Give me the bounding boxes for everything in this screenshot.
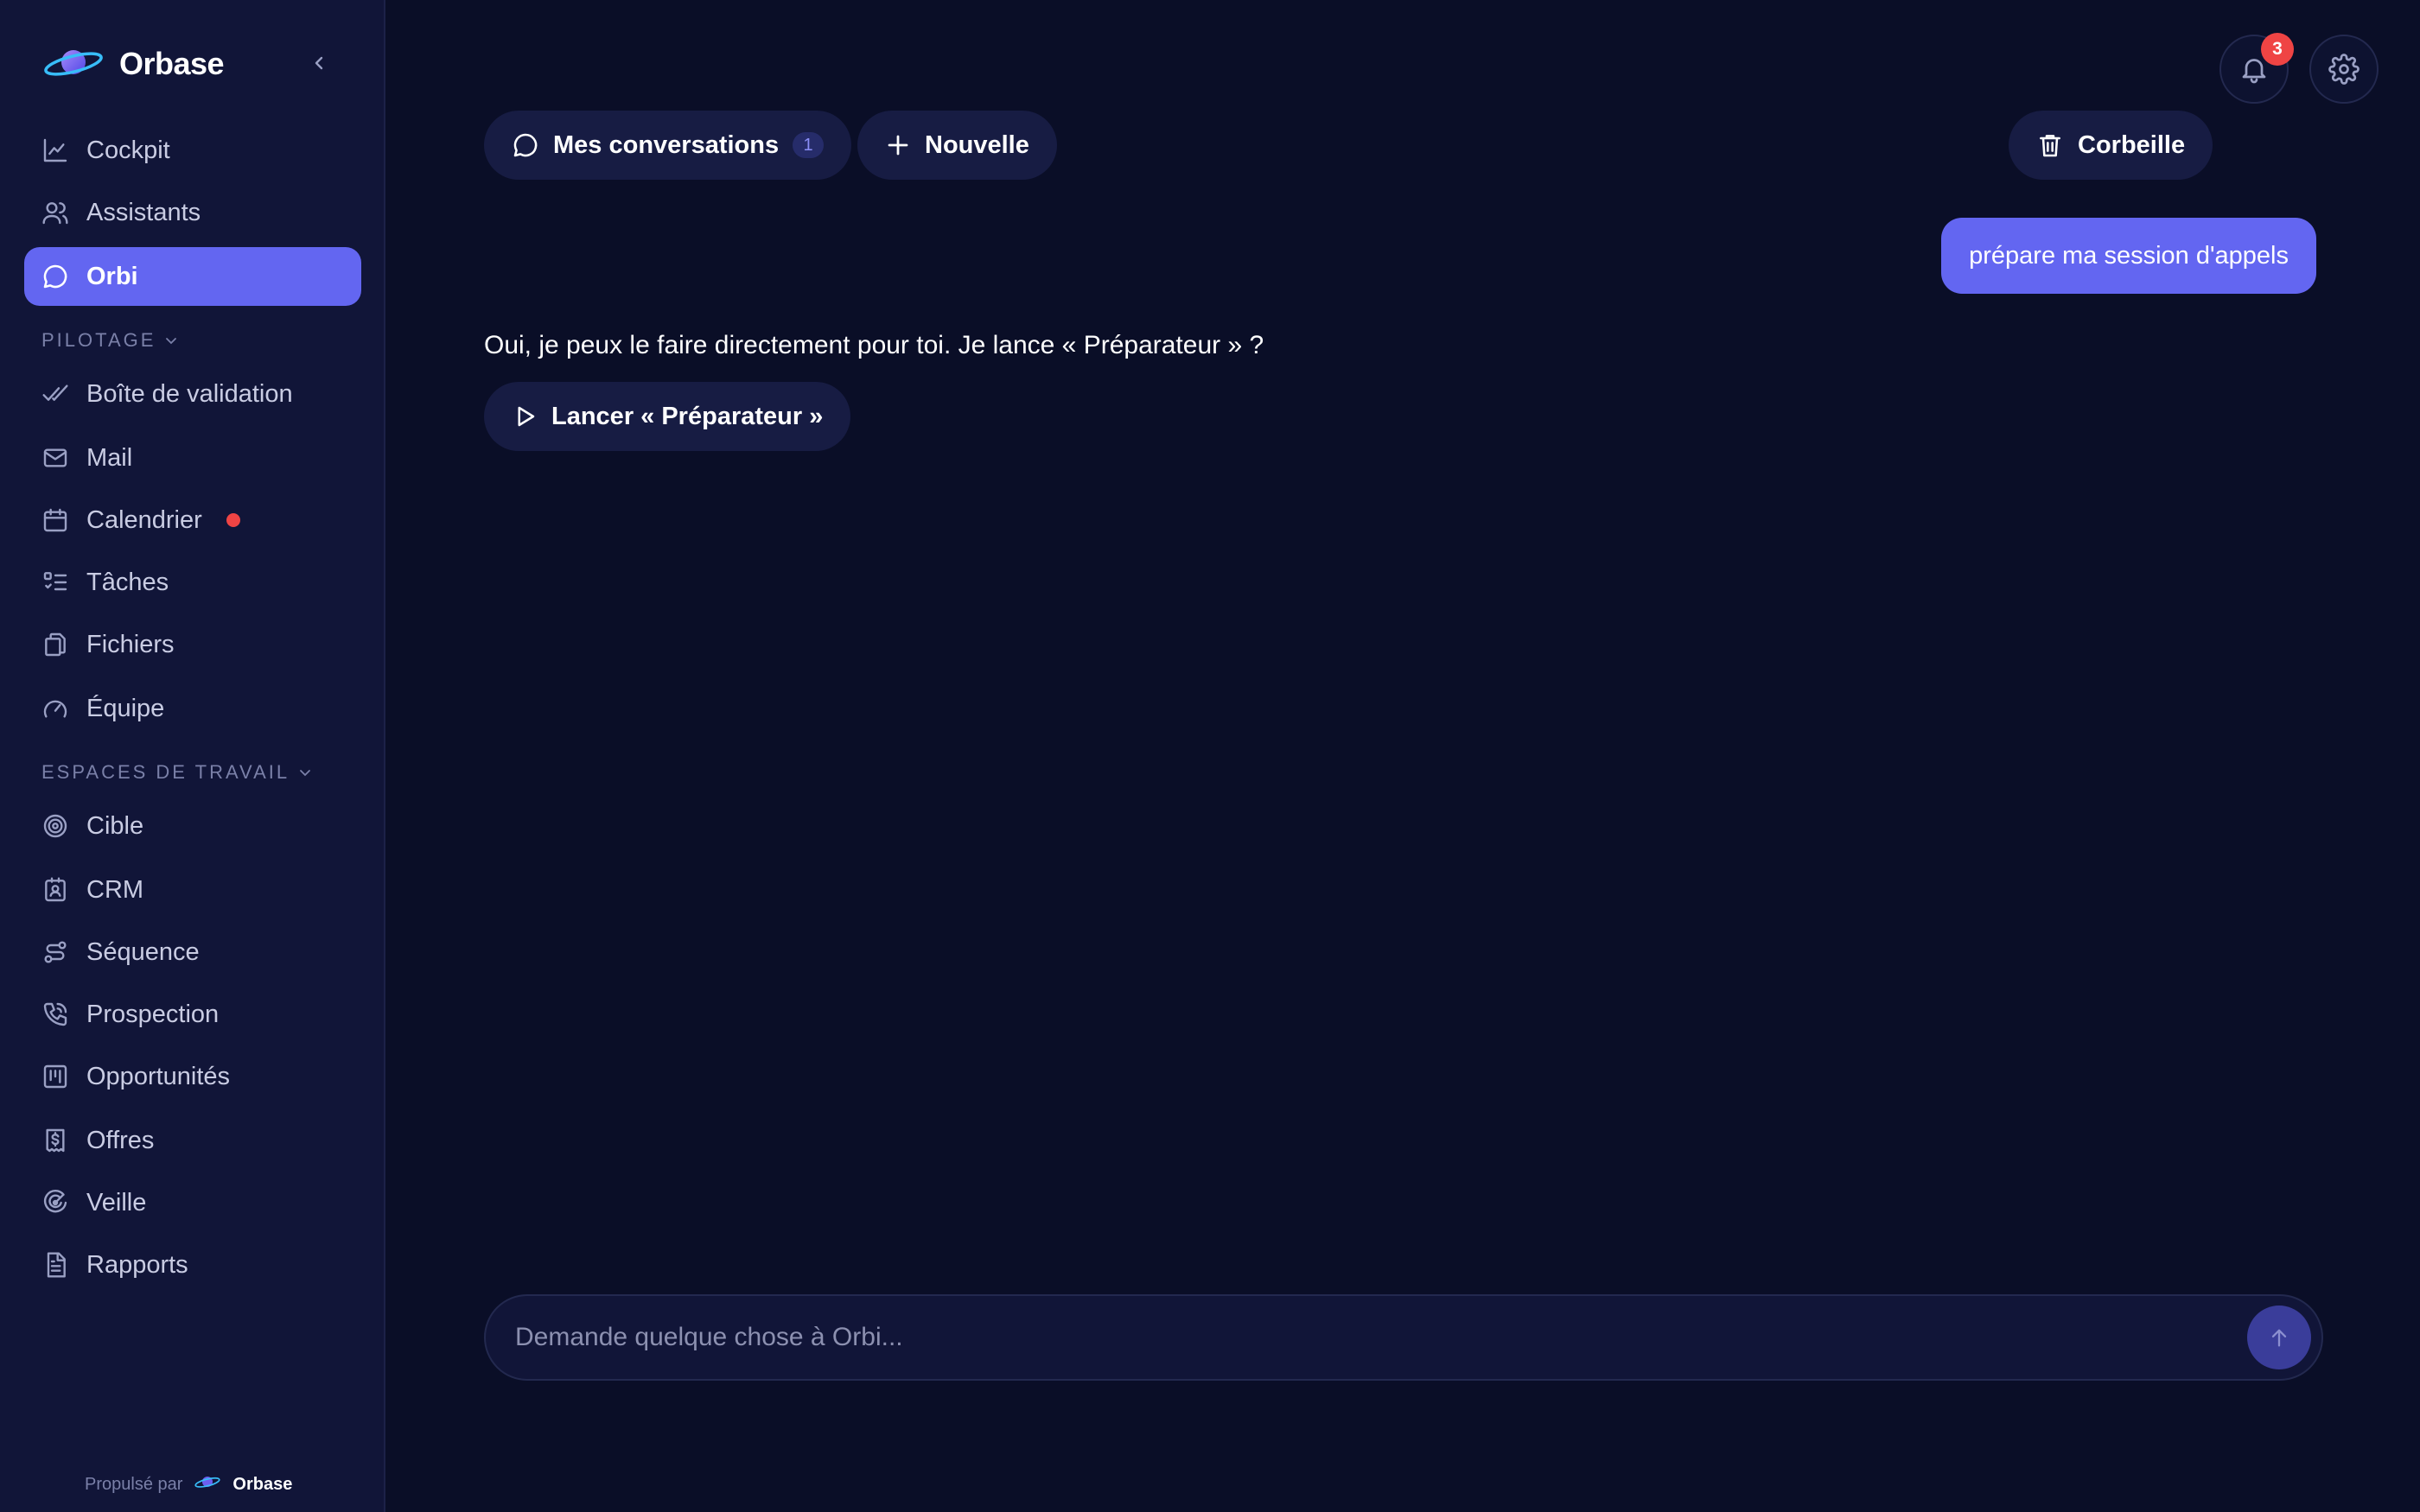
message-input[interactable] [515, 1323, 2247, 1352]
user-message-bubble: prépare ma session d'appels [1941, 218, 2316, 294]
sidebar-item-label: Cible [86, 811, 144, 840]
sidebar-item-assistants[interactable]: Assistants [24, 183, 361, 242]
message-composer [484, 1294, 2323, 1381]
report-icon [47, 1252, 66, 1278]
powered-by-footer[interactable]: Propulsé par Orbase [85, 1471, 292, 1498]
launch-agent-label: Lancer « Préparateur » [551, 402, 824, 430]
sidebar-item-veille[interactable]: Veille [24, 1173, 361, 1232]
workflow-icon [44, 941, 67, 963]
section-title: PILOTAGE [41, 329, 156, 351]
sidebar-item-label: Rapports [86, 1250, 188, 1279]
sidebar-item-sequence[interactable]: Séquence [24, 923, 361, 982]
sidebar-item-opportunites[interactable]: Opportunités [24, 1047, 361, 1106]
arrow-up-icon [2271, 1329, 2287, 1347]
sidebar-item-fichiers[interactable]: Fichiers [24, 615, 361, 674]
send-button[interactable] [2247, 1306, 2311, 1369]
chevron-down-icon [300, 770, 311, 777]
sidebar-item-cockpit[interactable]: Cockpit [24, 121, 361, 180]
phone-icon [43, 1002, 67, 1026]
target-icon [43, 814, 67, 838]
kanban-icon [43, 1064, 67, 1089]
files-icon [45, 632, 66, 657]
notification-dot [226, 513, 240, 527]
collapse-sidebar-button[interactable] [304, 48, 334, 78]
orbase-logo-icon [43, 43, 104, 86]
gauge-icon [43, 700, 67, 718]
chevron-down-icon [166, 338, 177, 345]
sidebar-item-label: Cockpit [86, 136, 170, 164]
sidebar-item-label: Calendrier [86, 505, 202, 534]
notifications-button[interactable]: 3 [2219, 33, 2294, 104]
trash-icon [2040, 135, 2060, 157]
calendar-icon [43, 508, 67, 532]
receipt-dollar-icon [46, 1128, 65, 1153]
section-pilotage-toggle[interactable]: PILOTAGE [41, 323, 178, 358]
task-list-icon [43, 572, 67, 591]
section-title: ESPACES DE TRAVAIL [41, 761, 290, 783]
conversations-count-badge: 1 [793, 132, 825, 158]
launch-agent-button[interactable]: Lancer « Préparateur » [484, 382, 851, 451]
sidebar: Orbase Cockpit Assistants Orbi PILOTAGE … [0, 0, 385, 1512]
play-icon [518, 406, 535, 427]
sidebar-item-mail[interactable]: Mail [24, 429, 361, 487]
contact-card-icon [45, 877, 66, 902]
sidebar-item-calendrier[interactable]: Calendrier [24, 491, 361, 550]
double-check-icon [42, 384, 68, 401]
trash-label: Corbeille [2078, 130, 2186, 159]
sidebar-item-orbi[interactable]: Orbi [24, 247, 361, 306]
sidebar-item-prospection[interactable]: Prospection [24, 985, 361, 1044]
sidebar-item-offres[interactable]: Offres [24, 1111, 361, 1170]
my-conversations-label: Mes conversations [553, 130, 780, 159]
powered-by-prefix: Propulsé par [85, 1474, 183, 1494]
gear-icon [2328, 54, 2360, 85]
my-conversations-button[interactable]: Mes conversations 1 [484, 111, 852, 180]
orbase-small-logo-icon [194, 1473, 221, 1496]
sidebar-item-cible[interactable]: Cible [24, 797, 361, 855]
assistant-message: Oui, je peux le faire directement pour t… [484, 331, 1264, 359]
sidebar-item-label: Prospection [86, 1000, 220, 1028]
sidebar-item-label: Assistants [86, 198, 201, 226]
sidebar-item-label: Équipe [86, 694, 165, 722]
app-root: Orbase Cockpit Assistants Orbi PILOTAGE … [0, 0, 2420, 1512]
section-espaces-toggle[interactable]: ESPACES DE TRAVAIL [41, 755, 312, 790]
powered-by-brand: Orbase [232, 1474, 293, 1494]
radar-icon [43, 1190, 67, 1213]
trash-button[interactable]: Corbeille [2009, 111, 2213, 180]
sidebar-item-label: Tâches [86, 568, 169, 596]
new-conversation-button[interactable]: Nouvelle [857, 111, 1057, 180]
brand[interactable]: Orbase [43, 40, 225, 88]
mail-icon [43, 448, 67, 467]
sidebar-item-label: Mail [86, 443, 133, 472]
sidebar-item-label: Séquence [86, 937, 200, 966]
sidebar-item-label: Veille [86, 1188, 147, 1217]
settings-button[interactable] [2309, 35, 2379, 104]
sidebar-item-taches[interactable]: Tâches [24, 553, 361, 612]
sidebar-item-equipe[interactable]: Équipe [24, 679, 361, 738]
chart-line-icon [43, 138, 67, 162]
sidebar-item-validation[interactable]: Boîte de validation [24, 365, 361, 423]
chevron-left-icon [315, 56, 323, 70]
sidebar-item-label: Fichiers [86, 630, 175, 658]
chat-bubble-icon [513, 133, 538, 157]
chat-bubble-icon [43, 264, 67, 289]
sidebar-item-label: CRM [86, 875, 144, 904]
sidebar-item-label: Opportunités [86, 1062, 231, 1090]
sidebar-item-label: Orbi [86, 262, 138, 290]
sidebar-item-label: Boîte de validation [86, 379, 293, 408]
plus-icon [888, 135, 908, 156]
notification-count-badge: 3 [2261, 33, 2294, 66]
brand-name: Orbase [119, 46, 225, 81]
sidebar-item-crm[interactable]: CRM [24, 861, 361, 919]
sidebar-item-rapports[interactable]: Rapports [24, 1236, 361, 1294]
new-conversation-label: Nouvelle [925, 130, 1029, 159]
users-icon [42, 202, 68, 225]
sidebar-item-label: Offres [86, 1126, 155, 1154]
